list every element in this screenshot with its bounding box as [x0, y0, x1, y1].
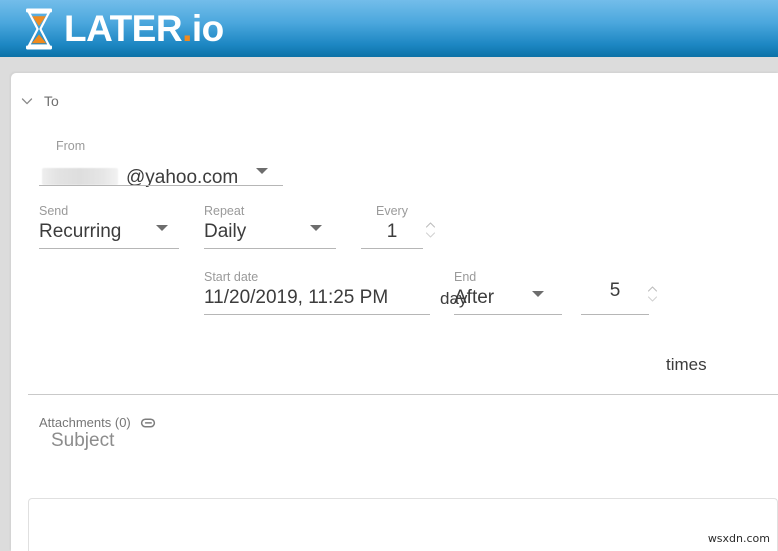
brand-name: LATER — [64, 8, 182, 49]
every-field[interactable]: Every 1 — [361, 203, 423, 245]
attachments-row[interactable]: Attachments (0) — [39, 415, 156, 430]
every-spinner-arrows-icon[interactable] — [425, 219, 436, 241]
from-field[interactable]: From @yahoo.com — [28, 138, 278, 184]
occurrences-value[interactable]: 5 — [581, 278, 649, 304]
occurrences-spinner-arrows-icon[interactable] — [647, 283, 658, 305]
every-label: Every — [361, 203, 423, 219]
from-address-domain: @yahoo.com — [126, 165, 238, 191]
from-underline — [39, 185, 283, 186]
every-value[interactable]: 1 — [361, 219, 423, 245]
repeat-label: Repeat — [204, 203, 339, 219]
start-date-value[interactable]: 11/20/2019, 11:25 PM — [204, 285, 430, 311]
brand-suffix: io — [192, 8, 224, 49]
end-underline — [454, 314, 562, 315]
repeat-field[interactable]: Repeat Daily — [204, 203, 339, 245]
subject-underline — [28, 394, 778, 395]
brand-logo[interactable]: LATER.io — [24, 8, 224, 50]
every-underline — [361, 248, 423, 249]
from-address-redacted — [42, 168, 118, 185]
send-field[interactable]: Send Recurring — [39, 203, 184, 245]
to-label: To — [44, 93, 59, 109]
watermark: wsxdn.com — [708, 532, 770, 545]
app-header: LATER.io — [0, 0, 778, 57]
hourglass-icon — [24, 8, 54, 50]
subject-input[interactable]: Subject — [51, 430, 114, 452]
to-section-header[interactable]: To — [20, 93, 59, 109]
end-field[interactable]: End After — [454, 269, 562, 311]
from-label: From — [56, 138, 278, 154]
brand-wordmark: LATER.io — [64, 10, 224, 47]
send-caret-down-icon[interactable] — [156, 225, 168, 231]
occurrences-unit-label: times — [666, 355, 707, 375]
brand-dot: . — [182, 8, 192, 49]
send-value: Recurring — [39, 219, 184, 245]
send-underline — [39, 248, 179, 249]
start-date-underline — [204, 314, 430, 315]
chevron-down-icon[interactable] — [20, 94, 34, 108]
occurrences-underline — [581, 314, 649, 315]
compose-card: To From @yahoo.com Send Recurring Repeat… — [11, 73, 778, 551]
start-date-field[interactable]: Start date 11/20/2019, 11:25 PM — [204, 269, 430, 311]
repeat-caret-down-icon[interactable] — [310, 225, 322, 231]
end-caret-down-icon[interactable] — [532, 291, 544, 297]
send-label: Send — [39, 203, 184, 219]
start-date-label: Start date — [204, 269, 430, 285]
from-caret-down-icon[interactable] — [256, 168, 268, 174]
message-body-editor[interactable] — [28, 498, 778, 551]
app-root: LATER.io To From @yahoo.com Send — [0, 0, 778, 551]
occurrences-field[interactable]: 5 — [581, 278, 649, 304]
paperclip-icon[interactable] — [140, 416, 156, 430]
attachments-label: Attachments (0) — [39, 415, 131, 430]
repeat-underline — [204, 248, 336, 249]
end-value: After — [454, 285, 562, 311]
end-label: End — [454, 269, 562, 285]
repeat-value: Daily — [204, 219, 339, 245]
